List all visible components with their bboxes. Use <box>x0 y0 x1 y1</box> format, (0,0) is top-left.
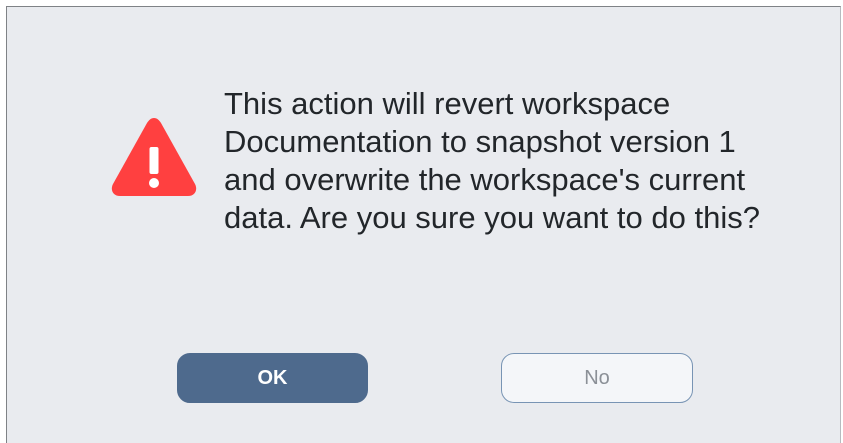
warning-icon <box>111 118 197 196</box>
ok-button[interactable]: OK <box>177 353 368 403</box>
confirmation-dialog: This action will revert workspace Docume… <box>6 6 841 443</box>
no-button[interactable]: No <box>501 353 693 403</box>
confirmation-message: This action will revert workspace Docume… <box>224 86 760 235</box>
